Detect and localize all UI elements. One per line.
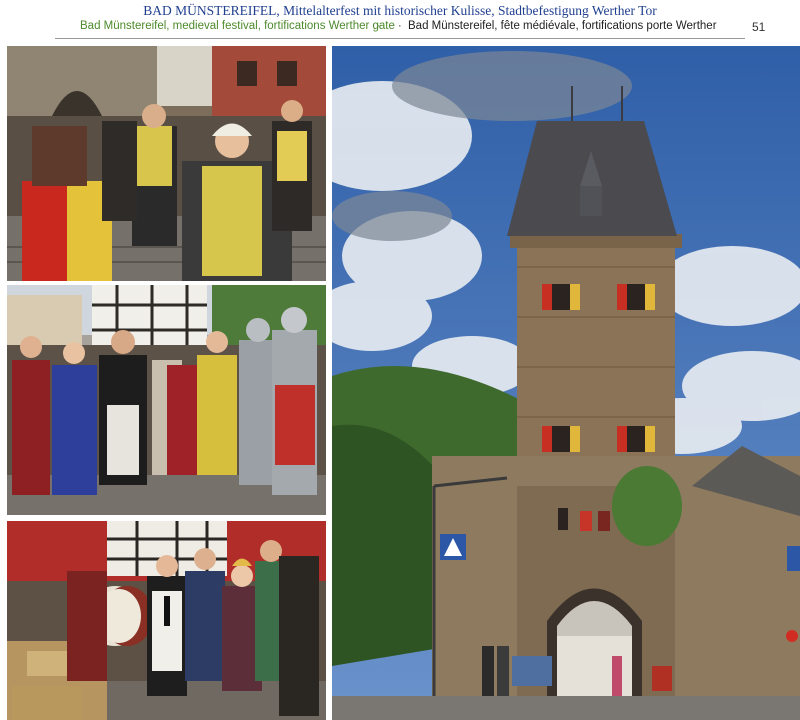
subtitle-english: Bad Münstereifel, medieval festival, for…	[80, 20, 395, 32]
musicians-drum-photo	[7, 521, 326, 720]
separator-dot: ·	[398, 20, 402, 32]
separator-dot: ·	[377, 20, 381, 32]
subtitle-row: Bad Münstereifel, medieval festival, for…	[80, 20, 720, 36]
page-header: BAD MÜNSTEREIFEL, Mittelalterfest mit hi…	[0, 0, 800, 46]
page-number: 51	[752, 20, 766, 34]
subtitle-french: Bad Münstereifel, fête médiévale, fortif…	[408, 20, 717, 32]
werther-gate-tower-photo	[332, 46, 800, 720]
header-rule	[55, 38, 745, 39]
festival-procession-photo	[7, 46, 326, 281]
costumed-group-photo	[7, 285, 326, 515]
page-title: BAD MÜNSTEREIFEL, Mittelalterfest mit hi…	[143, 3, 657, 18]
